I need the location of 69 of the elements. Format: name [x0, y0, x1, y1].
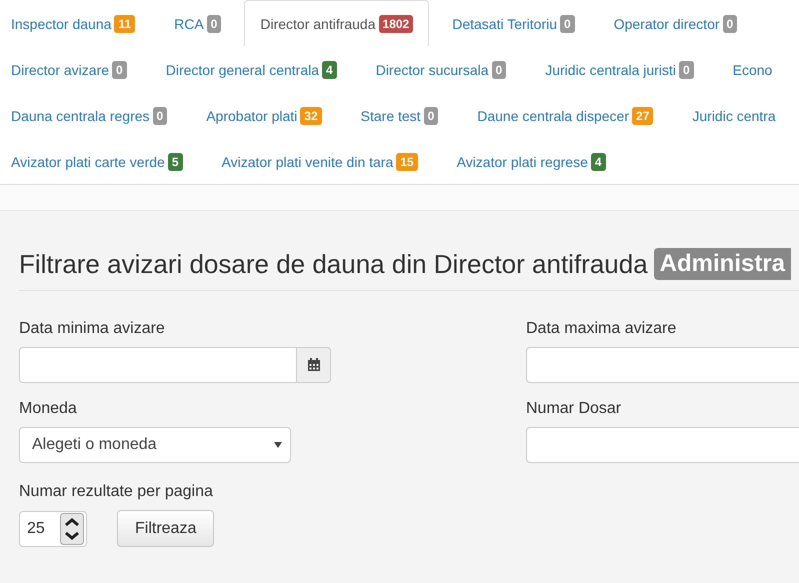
tab[interactable]: Dauna centrala regres 0 [0, 92, 184, 138]
tab[interactable]: Avizator plati venite din tara 15 [206, 138, 434, 184]
count-badge: 0 [206, 14, 222, 32]
tab[interactable]: Econo [716, 46, 788, 92]
field-label: Moneda [19, 400, 78, 418]
role-label: Administra [654, 248, 792, 280]
count-badge: 0 [492, 60, 506, 78]
count-badge: 5 [168, 152, 183, 170]
tab-label: Daune centrala dispecer [477, 108, 630, 124]
tab[interactable]: Avizator plati regrese 4 [440, 138, 622, 184]
count-badge: 11 [114, 14, 136, 32]
tab[interactable]: RCA 0 [158, 0, 238, 46]
tab-label: Stare test [360, 108, 421, 124]
calendar-button[interactable] [297, 347, 331, 383]
text-field[interactable] [526, 427, 799, 463]
count-badge: 0 [722, 14, 738, 32]
tab-label: Avizator plati regrese [456, 154, 588, 170]
currency-dropdown[interactable]: Alegeti o moneda [19, 427, 291, 463]
tab-label: Juridic centra [692, 108, 776, 124]
tab-label: Operator director [614, 16, 720, 32]
tab[interactable]: Director antifrauda 1802 [244, 0, 430, 46]
tab[interactable]: Juridic centrala juristi 0 [529, 46, 710, 92]
tab[interactable]: Operator director 0 [598, 0, 754, 46]
tab[interactable]: Daune centrala dispecer 27 [461, 92, 670, 138]
tab-label: Aprobator plati [206, 108, 298, 124]
tab[interactable]: Director sucursala 0 [360, 46, 522, 92]
count-badge: 0 [152, 106, 168, 124]
field-label: Numar rezultate per pagina [19, 483, 214, 501]
field-label: Data maxima avizare [526, 320, 678, 338]
count-badge: 0 [678, 60, 694, 78]
tab-label: Juridic centrala juristi [545, 62, 676, 78]
filter-button[interactable]: Filtreaza [117, 510, 214, 547]
tab-label: Director antifrauda [260, 16, 376, 32]
spinner-icon [60, 512, 84, 544]
caret-icon [274, 442, 282, 448]
tab[interactable]: Aprobator plati 32 [190, 92, 338, 138]
tab-label: Director avizare [11, 62, 110, 78]
tab-label: Director sucursala [376, 62, 489, 78]
tab[interactable]: Director general centrala 4 [150, 46, 353, 92]
tab[interactable]: Avizator plati carte verde 5 [0, 138, 199, 184]
count-badge: 15 [396, 152, 418, 170]
count-badge: 0 [560, 14, 575, 32]
tab[interactable]: Inspector dauna 11 [0, 0, 152, 46]
tab[interactable]: Director avizare 0 [0, 46, 143, 92]
count-badge: 0 [112, 60, 127, 78]
count-badge: 4 [322, 60, 337, 78]
tab-label: RCA [174, 16, 204, 32]
field-label: Data minima avizare [19, 320, 166, 338]
tab-label: Econo [732, 62, 772, 78]
text-field[interactable] [526, 347, 799, 383]
date-field[interactable] [19, 347, 297, 383]
tab-label: Avizator plati carte verde [11, 154, 165, 170]
tab-label: Inspector dauna [11, 16, 112, 32]
field-label: Numar Dosar [526, 400, 622, 418]
tab-label: Detasati Teritoriu [452, 16, 558, 32]
count-badge: 0 [424, 106, 438, 124]
tab[interactable]: Detasati Teritoriu 0 [436, 0, 591, 46]
count-badge: 32 [300, 106, 322, 124]
page-size-field[interactable]: 25 [19, 510, 87, 546]
tab-label: Dauna centrala regres [11, 108, 150, 124]
count-badge: 4 [590, 152, 606, 170]
tab[interactable]: Stare test 0 [344, 92, 454, 138]
tab[interactable]: Juridic centra [676, 92, 792, 138]
count-badge: 27 [632, 106, 654, 124]
tab-label: Avizator plati venite din tara [222, 154, 394, 170]
tab-label: Director general centrala [166, 62, 320, 78]
count-badge: 1802 [378, 14, 414, 32]
calendar-icon [306, 358, 320, 372]
page-title: Filtrare avizari dosare de dauna din Director antifrauda [19, 248, 648, 280]
